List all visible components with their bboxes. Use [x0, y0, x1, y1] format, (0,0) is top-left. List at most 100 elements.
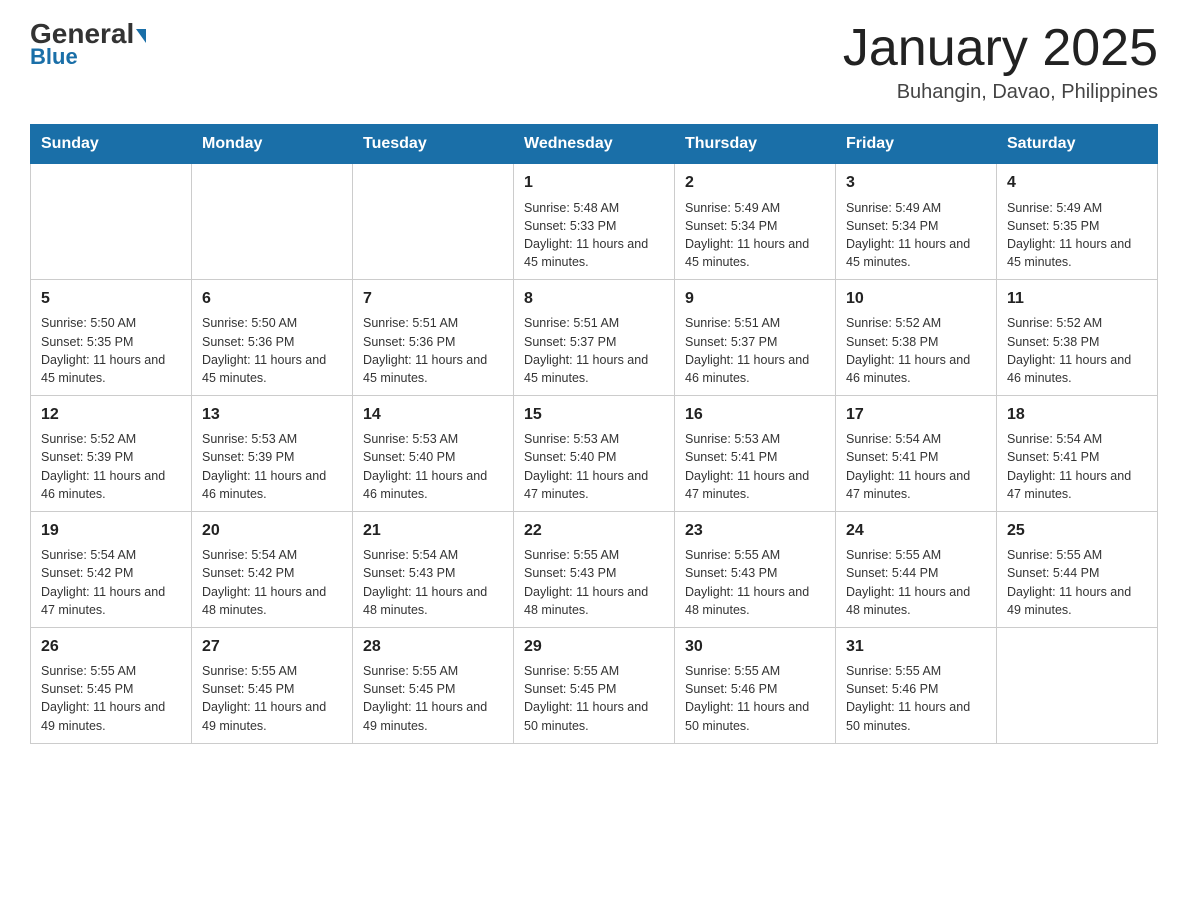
col-wednesday: Wednesday: [514, 125, 675, 164]
day-info: Sunrise: 5:55 AM Sunset: 5:43 PM Dayligh…: [685, 546, 825, 619]
day-info: Sunrise: 5:53 AM Sunset: 5:40 PM Dayligh…: [524, 430, 664, 503]
day-number: 31: [846, 636, 986, 658]
day-number: 21: [363, 520, 503, 542]
day-number: 20: [202, 520, 342, 542]
logo-triangle-icon: [136, 29, 146, 43]
day-info: Sunrise: 5:55 AM Sunset: 5:45 PM Dayligh…: [202, 662, 342, 735]
day-number: 13: [202, 404, 342, 426]
table-row: 17Sunrise: 5:54 AM Sunset: 5:41 PM Dayli…: [836, 395, 997, 511]
day-info: Sunrise: 5:49 AM Sunset: 5:35 PM Dayligh…: [1007, 199, 1147, 272]
table-row: 20 Sunrise: 5:54 AM Sunset: 5:42 PM Dayli…: [192, 511, 353, 627]
table-row: 25 Sunrise: 5:55 AM Sunset: 5:44 PM Dayli…: [997, 511, 1158, 627]
day-info: Sunrise: 5:49 AM Sunset: 5:34 PM Dayligh…: [685, 199, 825, 272]
day-number: 27: [202, 636, 342, 658]
page-header: General Blue January 2025 Buhangin, Dava…: [30, 20, 1158, 104]
calendar-week-row: 5 Sunrise: 5:50 AM Sunset: 5:35 PM Daylig…: [31, 280, 1158, 396]
table-row: 21 Sunrise: 5:54 AM Sunset: 5:43 PM Dayli…: [353, 511, 514, 627]
table-row: 12Sunrise: 5:52 AM Sunset: 5:39 PM Dayli…: [31, 395, 192, 511]
day-number: 23: [685, 520, 825, 542]
calendar-week-row: 26 Sunrise: 5:55 AM Sunset: 5:45 PM Dayli…: [31, 627, 1158, 743]
month-title: January 2025: [843, 20, 1158, 77]
table-row: 6 Sunrise: 5:50 AM Sunset: 5:36 PM Daylig…: [192, 280, 353, 396]
day-number: 16: [685, 404, 825, 426]
table-row: 5 Sunrise: 5:50 AM Sunset: 5:35 PM Daylig…: [31, 280, 192, 396]
day-number: 19: [41, 520, 181, 542]
day-info: Sunrise: 5:48 AM Sunset: 5:33 PM Dayligh…: [524, 199, 664, 272]
day-info: Sunrise: 5:54 AM Sunset: 5:42 PM Dayligh…: [202, 546, 342, 619]
day-number: 18: [1007, 404, 1147, 426]
table-row: [353, 164, 514, 280]
day-info: Sunrise: 5:50 AM Sunset: 5:36 PM Dayligh…: [202, 314, 342, 387]
table-row: 19 Sunrise: 5:54 AM Sunset: 5:42 PM Dayli…: [31, 511, 192, 627]
table-row: 31 Sunrise: 5:55 AM Sunset: 5:46 PM Dayli…: [836, 627, 997, 743]
table-row: 30 Sunrise: 5:55 AM Sunset: 5:46 PM Dayli…: [675, 627, 836, 743]
day-info: Sunrise: 5:55 AM Sunset: 5:45 PM Dayligh…: [524, 662, 664, 735]
day-info: Sunrise: 5:55 AM Sunset: 5:45 PM Dayligh…: [363, 662, 503, 735]
day-number: 25: [1007, 520, 1147, 542]
table-row: 11 Sunrise: 5:52 AM Sunset: 5:38 PM Dayli…: [997, 280, 1158, 396]
table-row: 18Sunrise: 5:54 AM Sunset: 5:41 PM Dayli…: [997, 395, 1158, 511]
day-info: Sunrise: 5:55 AM Sunset: 5:46 PM Dayligh…: [846, 662, 986, 735]
day-number: 15: [524, 404, 664, 426]
day-info: Sunrise: 5:53 AM Sunset: 5:39 PM Dayligh…: [202, 430, 342, 503]
calendar-week-row: 1Sunrise: 5:48 AM Sunset: 5:33 PM Daylig…: [31, 164, 1158, 280]
day-number: 3: [846, 172, 986, 194]
day-number: 7: [363, 288, 503, 310]
table-row: 9 Sunrise: 5:51 AM Sunset: 5:37 PM Daylig…: [675, 280, 836, 396]
table-row: 4Sunrise: 5:49 AM Sunset: 5:35 PM Daylig…: [997, 164, 1158, 280]
table-row: 22 Sunrise: 5:55 AM Sunset: 5:43 PM Dayli…: [514, 511, 675, 627]
day-info: Sunrise: 5:54 AM Sunset: 5:42 PM Dayligh…: [41, 546, 181, 619]
day-info: Sunrise: 5:51 AM Sunset: 5:36 PM Dayligh…: [363, 314, 503, 387]
day-info: Sunrise: 5:50 AM Sunset: 5:35 PM Dayligh…: [41, 314, 181, 387]
day-number: 28: [363, 636, 503, 658]
day-info: Sunrise: 5:53 AM Sunset: 5:41 PM Dayligh…: [685, 430, 825, 503]
location: Buhangin, Davao, Philippines: [843, 81, 1158, 104]
table-row: 23 Sunrise: 5:55 AM Sunset: 5:43 PM Dayli…: [675, 511, 836, 627]
table-row: 16 Sunrise: 5:53 AM Sunset: 5:41 PM Dayli…: [675, 395, 836, 511]
day-info: Sunrise: 5:55 AM Sunset: 5:44 PM Dayligh…: [1007, 546, 1147, 619]
day-info: Sunrise: 5:55 AM Sunset: 5:45 PM Dayligh…: [41, 662, 181, 735]
day-number: 2: [685, 172, 825, 194]
calendar-table: Sunday Monday Tuesday Wednesday Thursday…: [30, 124, 1158, 743]
day-number: 6: [202, 288, 342, 310]
table-row: 8 Sunrise: 5:51 AM Sunset: 5:37 PM Daylig…: [514, 280, 675, 396]
day-number: 29: [524, 636, 664, 658]
day-number: 24: [846, 520, 986, 542]
day-info: Sunrise: 5:55 AM Sunset: 5:44 PM Dayligh…: [846, 546, 986, 619]
table-row: 27 Sunrise: 5:55 AM Sunset: 5:45 PM Dayli…: [192, 627, 353, 743]
day-number: 22: [524, 520, 664, 542]
table-row: 14 Sunrise: 5:53 AM Sunset: 5:40 PM Dayli…: [353, 395, 514, 511]
day-number: 26: [41, 636, 181, 658]
day-number: 5: [41, 288, 181, 310]
col-sunday: Sunday: [31, 125, 192, 164]
day-number: 12: [41, 404, 181, 426]
day-number: 17: [846, 404, 986, 426]
col-thursday: Thursday: [675, 125, 836, 164]
calendar-week-row: 19 Sunrise: 5:54 AM Sunset: 5:42 PM Dayli…: [31, 511, 1158, 627]
day-number: 14: [363, 404, 503, 426]
table-row: [192, 164, 353, 280]
table-row: 29 Sunrise: 5:55 AM Sunset: 5:45 PM Dayli…: [514, 627, 675, 743]
day-number: 8: [524, 288, 664, 310]
table-row: 24 Sunrise: 5:55 AM Sunset: 5:44 PM Dayli…: [836, 511, 997, 627]
table-row: 3 Sunrise: 5:49 AM Sunset: 5:34 PM Daylig…: [836, 164, 997, 280]
logo: General Blue: [30, 20, 146, 70]
day-info: Sunrise: 5:55 AM Sunset: 5:46 PM Dayligh…: [685, 662, 825, 735]
day-info: Sunrise: 5:54 AM Sunset: 5:43 PM Dayligh…: [363, 546, 503, 619]
day-info: Sunrise: 5:52 AM Sunset: 5:38 PM Dayligh…: [1007, 314, 1147, 387]
table-row: 28 Sunrise: 5:55 AM Sunset: 5:45 PM Dayli…: [353, 627, 514, 743]
table-row: 2 Sunrise: 5:49 AM Sunset: 5:34 PM Daylig…: [675, 164, 836, 280]
day-info: Sunrise: 5:49 AM Sunset: 5:34 PM Dayligh…: [846, 199, 986, 272]
day-info: Sunrise: 5:51 AM Sunset: 5:37 PM Dayligh…: [685, 314, 825, 387]
day-info: Sunrise: 5:55 AM Sunset: 5:43 PM Dayligh…: [524, 546, 664, 619]
table-row: 26 Sunrise: 5:55 AM Sunset: 5:45 PM Dayli…: [31, 627, 192, 743]
day-number: 11: [1007, 288, 1147, 310]
table-row: [31, 164, 192, 280]
day-info: Sunrise: 5:51 AM Sunset: 5:37 PM Dayligh…: [524, 314, 664, 387]
day-number: 30: [685, 636, 825, 658]
table-row: [997, 627, 1158, 743]
day-number: 9: [685, 288, 825, 310]
logo-blue: Blue: [30, 44, 78, 70]
calendar-week-row: 12Sunrise: 5:52 AM Sunset: 5:39 PM Dayli…: [31, 395, 1158, 511]
day-info: Sunrise: 5:53 AM Sunset: 5:40 PM Dayligh…: [363, 430, 503, 503]
